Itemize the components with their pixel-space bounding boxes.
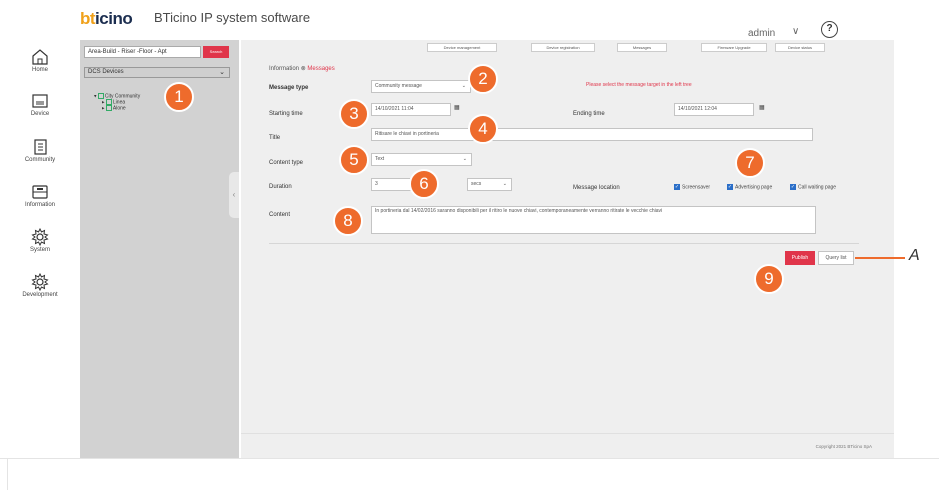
device-status-button[interactable]: Device status <box>775 43 825 52</box>
nav-item-home[interactable]: Home <box>8 48 72 92</box>
nav-item-device[interactable]: Device <box>8 92 72 136</box>
calendar-icon[interactable]: ▦ <box>759 104 765 111</box>
top-toolbar: Device management Device registration Me… <box>241 40 894 54</box>
ending-time-input[interactable]: 14/10/2021 12:04 <box>674 103 754 116</box>
firmware-upgrade-button[interactable]: Firmware Upgrade <box>701 43 767 52</box>
page-guide-line <box>0 458 939 459</box>
nav-label-community: Community <box>24 157 56 163</box>
development-gear-icon <box>31 273 49 291</box>
content-type-label: Content type <box>269 160 304 166</box>
checkbox-icon <box>105 105 112 111</box>
screenshot-stage: bticino BTicino IP system software admin… <box>0 0 939 490</box>
callout-1: 1 <box>164 82 194 112</box>
device-management-button[interactable]: Device management <box>427 43 497 52</box>
copyright-text: Copyright 2021 BTicino SpA <box>815 444 872 449</box>
callout-3: 3 <box>339 99 369 129</box>
target-hint: Please select the message target in the … <box>586 82 692 88</box>
chevron-down-icon: ⌄ <box>502 181 507 187</box>
location-advertising-checkbox[interactable]: ✓ Advertising page <box>727 184 772 190</box>
checkbox-checked-icon: ✓ <box>727 184 733 190</box>
message-type-select[interactable]: Community message ⌄ <box>371 80 471 93</box>
content-textarea[interactable]: In portineria dal 14/02/2016 saranno dis… <box>371 206 816 234</box>
callout-2: 2 <box>468 64 498 94</box>
checkbox-checked-icon: ✓ <box>790 184 796 190</box>
collapse-panel-handle[interactable]: ‹ <box>229 172 239 218</box>
footer-divider <box>241 433 894 434</box>
publish-button[interactable]: Publish <box>785 251 815 265</box>
starting-time-input[interactable]: 14/10/2021 11:04 <box>371 103 451 116</box>
nav-item-community[interactable]: Community <box>8 138 72 182</box>
page-guide-line <box>7 458 8 490</box>
nav-label-information: Information <box>24 202 55 208</box>
nav-item-system[interactable]: System <box>8 228 72 272</box>
breadcrumb-current: Messages <box>307 66 335 72</box>
breadcrumb: Information ⊗ Messages <box>269 65 335 72</box>
user-chevron-down-icon[interactable]: ∨ <box>792 26 799 37</box>
message-type-value: Community message <box>375 83 422 89</box>
tree-device-select[interactable]: DCS Devices ⌄ <box>84 67 230 78</box>
nav-item-development[interactable]: Development <box>8 273 72 317</box>
calendar-icon[interactable]: ▦ <box>454 104 460 111</box>
callout-7: 7 <box>735 148 765 178</box>
callout-9: 9 <box>754 264 784 294</box>
information-icon <box>32 185 48 199</box>
duration-input[interactable]: 3 <box>371 178 413 191</box>
nav-label-system: System <box>29 247 50 253</box>
nav-label-home: Home <box>31 67 48 73</box>
tree-node-alone[interactable]: ▸ Alone <box>102 105 126 111</box>
starting-time-label: Starting time <box>269 111 303 117</box>
annotation-label-a: A <box>909 247 920 264</box>
ending-time-label: Ending time <box>573 111 605 117</box>
tree-select-value: DCS Devices <box>88 69 124 75</box>
duration-label: Duration <box>269 184 292 190</box>
callout-5: 5 <box>339 145 369 175</box>
nav-item-information[interactable]: Information <box>8 183 72 227</box>
message-location-label: Message location <box>573 185 620 191</box>
user-name[interactable]: admin <box>748 28 775 39</box>
content-type-select[interactable]: Text ⌄ <box>371 153 472 166</box>
device-tree-panel: Area-Build - Riser -Floor - Apt Search D… <box>80 40 239 458</box>
tree-search-input[interactable]: Area-Build - Riser -Floor - Apt <box>84 46 201 58</box>
community-icon <box>34 139 47 155</box>
device-registration-button[interactable]: Device registration <box>531 43 595 52</box>
callout-4: 4 <box>468 114 498 144</box>
query-list-button[interactable]: Query list <box>818 251 854 265</box>
app-title: BTicino IP system software <box>154 10 311 25</box>
annotation-leader-line <box>855 257 905 259</box>
form-divider <box>269 243 859 244</box>
app-header: bticino BTicino IP system software admin… <box>80 6 894 39</box>
title-label: Title <box>269 135 281 141</box>
breadcrumb-separator-icon: ⊗ <box>300 66 306 72</box>
callout-8: 8 <box>333 206 363 236</box>
chevron-down-icon: ⌄ <box>462 156 467 162</box>
message-type-label: Message type <box>269 85 309 91</box>
home-icon <box>32 49 48 65</box>
nav-label-device: Device <box>30 111 50 117</box>
content-type-value: Text <box>375 156 385 162</box>
location-call-waiting-checkbox[interactable]: ✓ Call waiting page <box>790 184 836 190</box>
duration-unit-select[interactable]: secs ⌄ <box>467 178 512 191</box>
chevron-down-icon: ⌄ <box>219 69 225 76</box>
content-label: Content <box>269 212 291 218</box>
bticino-logo: bticino <box>80 9 133 28</box>
messages-button[interactable]: Messages <box>617 43 667 52</box>
device-icon <box>32 94 48 108</box>
main-content: Device management Device registration Me… <box>241 40 894 458</box>
system-gear-icon <box>31 228 49 246</box>
checkbox-checked-icon: ✓ <box>674 184 680 190</box>
breadcrumb-parent[interactable]: Information <box>269 66 299 72</box>
nav-label-development: Development <box>22 292 58 298</box>
duration-unit-value: secs <box>471 181 482 187</box>
title-input[interactable]: Ritisare le chiavi in portineria <box>371 128 813 141</box>
chevron-down-icon: ⌄ <box>461 83 466 89</box>
help-icon[interactable]: ? <box>821 21 838 38</box>
callout-6: 6 <box>409 169 439 199</box>
tree-search-button[interactable]: Search <box>203 46 229 58</box>
location-screensaver-checkbox[interactable]: ✓ Screensaver <box>674 184 710 190</box>
